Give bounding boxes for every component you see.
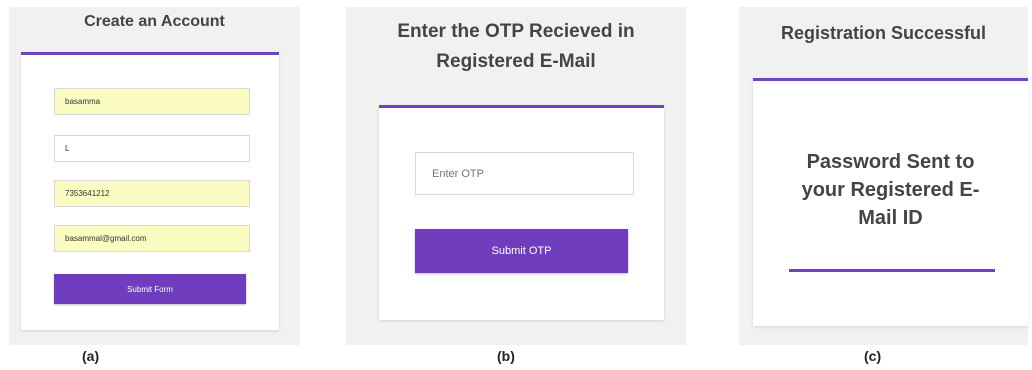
success-title: Registration Successful — [780, 23, 987, 43]
success-card: Password Sent to your Registered E- Mail… — [753, 78, 1028, 326]
submit-form-button[interactable]: Submit Form — [54, 274, 246, 304]
first-name-input[interactable] — [54, 88, 250, 115]
panel-registration-success: Registration Successful Password Sent to… — [739, 7, 1028, 345]
create-account-title: Create an Account — [84, 13, 225, 30]
submit-otp-button[interactable]: Submit OTP — [415, 229, 628, 273]
create-account-card: Submit Form — [21, 52, 279, 330]
email-input[interactable] — [54, 225, 250, 252]
success-message-line1: Password Sent to — [806, 151, 975, 173]
otp-title-line1: Enter the OTP Recieved in — [397, 21, 635, 42]
otp-card: Submit OTP — [379, 105, 664, 320]
success-message-line2: your Registered E- — [801, 179, 980, 201]
caption-c: (c) — [864, 348, 882, 364]
panel-create-account: Create an Account Submit Form — [9, 7, 300, 345]
last-name-input[interactable] — [54, 135, 250, 162]
otp-title-line2: Registered E-Mail — [436, 51, 596, 72]
panel-enter-otp: Enter the OTP Recieved in Registered E-M… — [346, 7, 686, 345]
success-message-line3: Mail ID — [858, 207, 923, 229]
phone-input[interactable] — [54, 180, 250, 207]
success-divider — [789, 269, 995, 272]
caption-b: (b) — [497, 348, 515, 364]
caption-a: (a) — [82, 348, 100, 364]
otp-input[interactable] — [415, 152, 634, 195]
